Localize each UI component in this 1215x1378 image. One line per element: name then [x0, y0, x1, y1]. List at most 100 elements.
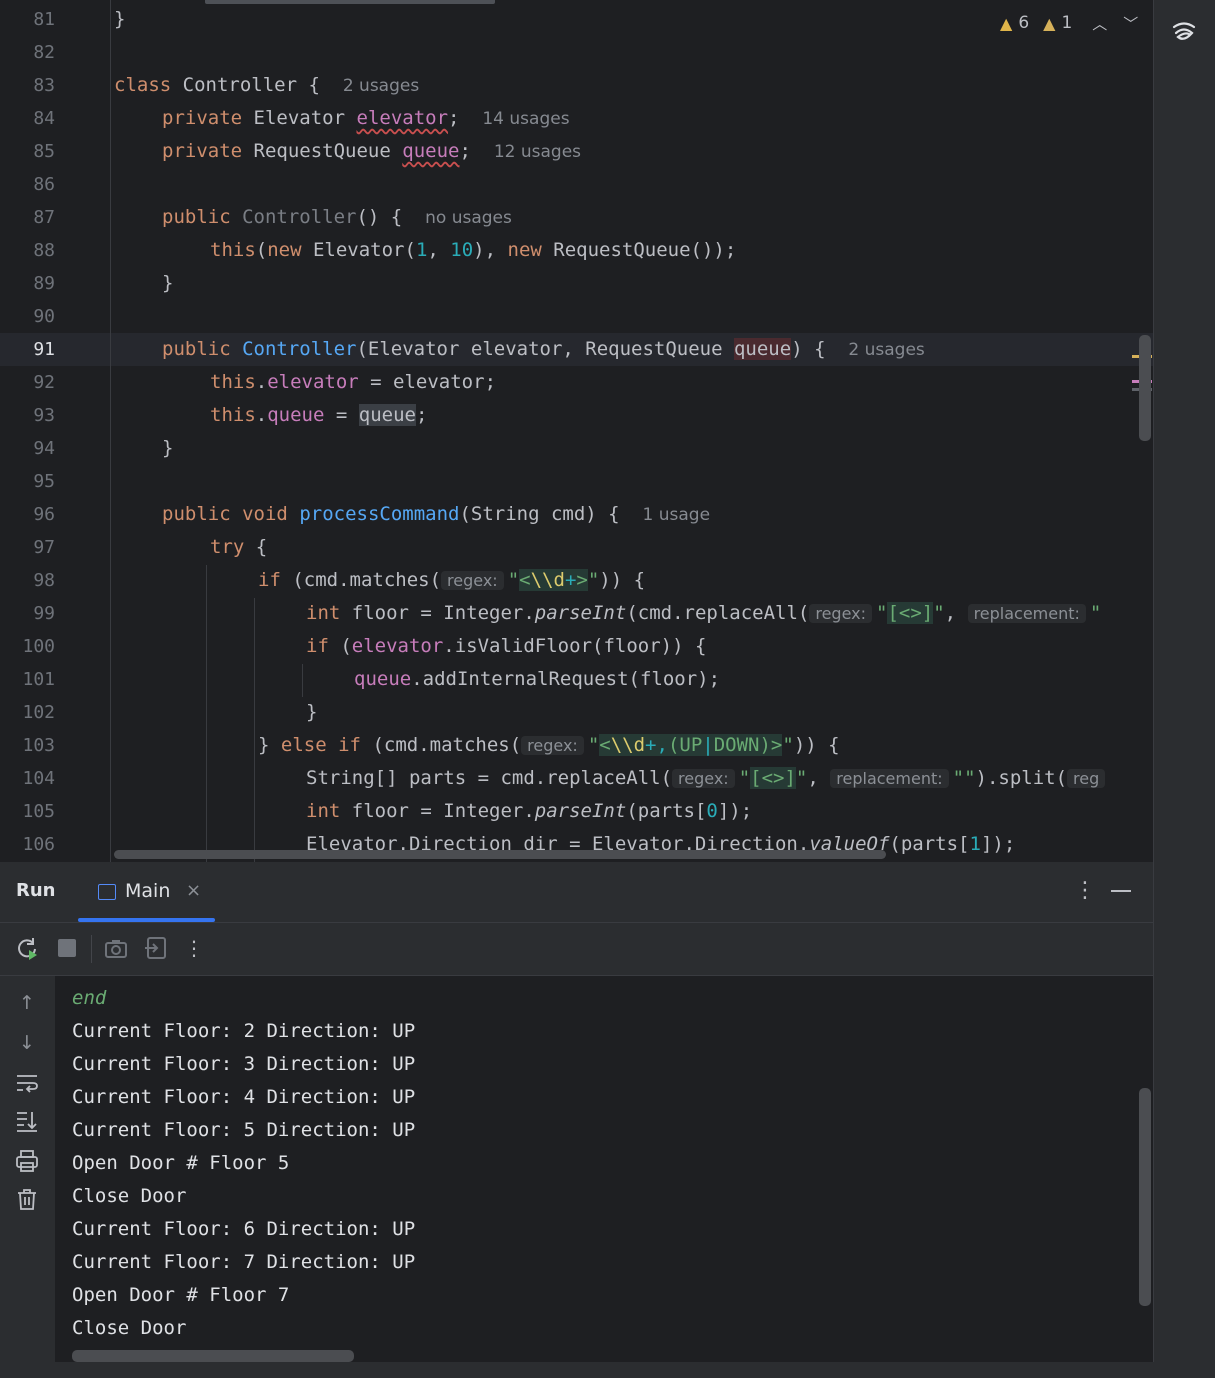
code-text: (cmd.replaceAll( — [626, 602, 810, 624]
arrow-up-icon[interactable]: ↑ — [14, 990, 40, 1016]
scroll-to-end-icon[interactable] — [14, 1108, 40, 1134]
stop-icon[interactable] — [54, 935, 80, 961]
keyword: this — [210, 404, 256, 426]
code-line-84: private Elevator elevator; 14 usages — [162, 102, 570, 135]
regex-part: (UP — [667, 734, 703, 756]
more-icon[interactable]: ⋮ — [1074, 878, 1096, 903]
keyword: class — [114, 74, 172, 96]
string-quote: " — [738, 767, 751, 789]
code-text: Elevator( — [301, 239, 416, 261]
field-name: elevator — [267, 371, 359, 393]
chevron-down-icon[interactable]: ﹀ — [1123, 13, 1138, 34]
usages-hint[interactable]: 14 usages — [482, 109, 569, 129]
line-number: 89 — [33, 273, 55, 294]
parameter-highlight: queue — [733, 338, 792, 360]
code-text: ( — [328, 635, 352, 657]
inspection-widget[interactable]: ▲ 6 ▲ 1 ︿ ﹀ — [1000, 10, 1138, 36]
camera-icon[interactable] — [103, 935, 129, 961]
ai-assistant-icon[interactable] — [1170, 18, 1198, 46]
keyword: public — [162, 503, 231, 525]
keyword: else — [280, 734, 327, 756]
code-area[interactable]: } class Controller { 2 usages private El… — [114, 0, 1153, 862]
rerun-icon[interactable] — [14, 935, 40, 961]
code-text: } — [114, 8, 126, 30]
console-vertical-scrollbar[interactable] — [1139, 1088, 1151, 1306]
type-name: Elevator — [253, 107, 346, 129]
code-line-98: if (cmd.matches(regex: "<\\d+>")) { — [258, 564, 645, 597]
code-text: { — [244, 536, 268, 558]
line-number: 92 — [33, 372, 55, 393]
keyword: void — [242, 503, 288, 525]
line-number: 104 — [22, 768, 55, 789]
code-text: } — [162, 272, 174, 294]
usages-hint[interactable]: no usages — [425, 208, 512, 228]
line-number: 81 — [33, 9, 55, 30]
right-tool-strip — [1153, 0, 1215, 1378]
close-icon[interactable]: × — [186, 880, 201, 901]
weak-warning-count: 1 — [1061, 13, 1073, 33]
editor-horizontal-scrollbar[interactable] — [114, 850, 886, 859]
keyword: this — [210, 371, 256, 393]
number-literal: 1 — [415, 239, 428, 261]
code-text: () { — [356, 206, 403, 228]
console-line: Close Door — [72, 1317, 187, 1339]
usage-highlight: queue — [358, 404, 416, 426]
line-number: 97 — [33, 537, 55, 558]
keyword: if — [338, 734, 361, 756]
trash-icon[interactable] — [14, 1186, 40, 1212]
code-line-83: class Controller { 2 usages — [114, 69, 419, 102]
code-text: . — [255, 404, 268, 426]
keyword: private — [162, 140, 243, 162]
code-line-101: queue.addInternalRequest(floor); — [354, 663, 720, 696]
line-number: 82 — [33, 42, 55, 63]
code-line-94: } — [162, 432, 173, 465]
soft-wrap-icon[interactable] — [14, 1070, 40, 1096]
line-number: 101 — [22, 669, 55, 690]
usages-hint[interactable]: 2 usages — [848, 340, 924, 360]
code-text: ( — [255, 239, 268, 261]
line-number-gutter[interactable]: 81 82 83 84 85 86 87 88 89 90 91 92 93 9… — [0, 0, 110, 862]
string-quote: " — [782, 734, 794, 756]
console-sidebar: ↑ ↓ — [0, 976, 56, 1378]
string-quote: " — [587, 569, 600, 591]
minimize-icon[interactable] — [1111, 890, 1131, 892]
code-editor[interactable]: 81 82 83 84 85 86 87 88 89 90 91 92 93 9… — [0, 0, 1153, 862]
code-line-103: } else if (cmd.matches(regex: "<\\d+,(UP|… — [258, 729, 840, 762]
line-number: 85 — [33, 141, 55, 162]
exit-icon[interactable] — [143, 935, 169, 961]
usages-hint[interactable]: 2 usages — [343, 76, 419, 96]
run-config-icon — [98, 884, 116, 900]
code-text: . — [255, 371, 268, 393]
usages-hint[interactable]: 12 usages — [494, 142, 581, 162]
line-number: 95 — [33, 471, 55, 492]
console-horizontal-scrollbar[interactable] — [72, 1350, 354, 1362]
print-icon[interactable] — [14, 1148, 40, 1174]
line-number: 106 — [22, 834, 55, 855]
constructor-name: Controller — [242, 338, 357, 360]
regex-literal: [<>] — [887, 602, 934, 624]
code-line-104: String[] parts = cmd.replaceAll(regex: "[… — [306, 762, 1109, 795]
console-input-line: end — [72, 987, 107, 1009]
console-line: Current Floor: 6 Direction: UP — [72, 1218, 416, 1240]
line-number: 87 — [33, 207, 55, 228]
editor-vertical-scrollbar[interactable] — [1139, 335, 1151, 441]
line-number: 93 — [33, 405, 55, 426]
more-icon[interactable]: ⋮ — [181, 935, 207, 961]
regex-quantifier: + — [564, 569, 577, 591]
line-number: 84 — [33, 108, 55, 129]
code-text: = — [324, 404, 359, 426]
chevron-up-icon[interactable]: ︿ — [1092, 13, 1107, 34]
line-number: 102 — [22, 702, 55, 723]
class-name: Controller { — [182, 74, 320, 96]
field-name: queue — [267, 404, 325, 426]
code-text: ; — [415, 404, 428, 426]
line-number: 103 — [22, 735, 55, 756]
console-output[interactable]: end Current Floor: 2 Direction: UP Curre… — [55, 976, 1153, 1378]
code-text: , — [944, 602, 968, 624]
indent-guide — [110, 0, 111, 862]
code-text: ; — [459, 140, 471, 162]
line-number: 100 — [22, 636, 55, 657]
arrow-down-icon[interactable]: ↓ — [14, 1030, 40, 1056]
code-text: (String cmd) { — [459, 503, 620, 525]
usages-hint[interactable]: 1 usage — [643, 505, 711, 525]
